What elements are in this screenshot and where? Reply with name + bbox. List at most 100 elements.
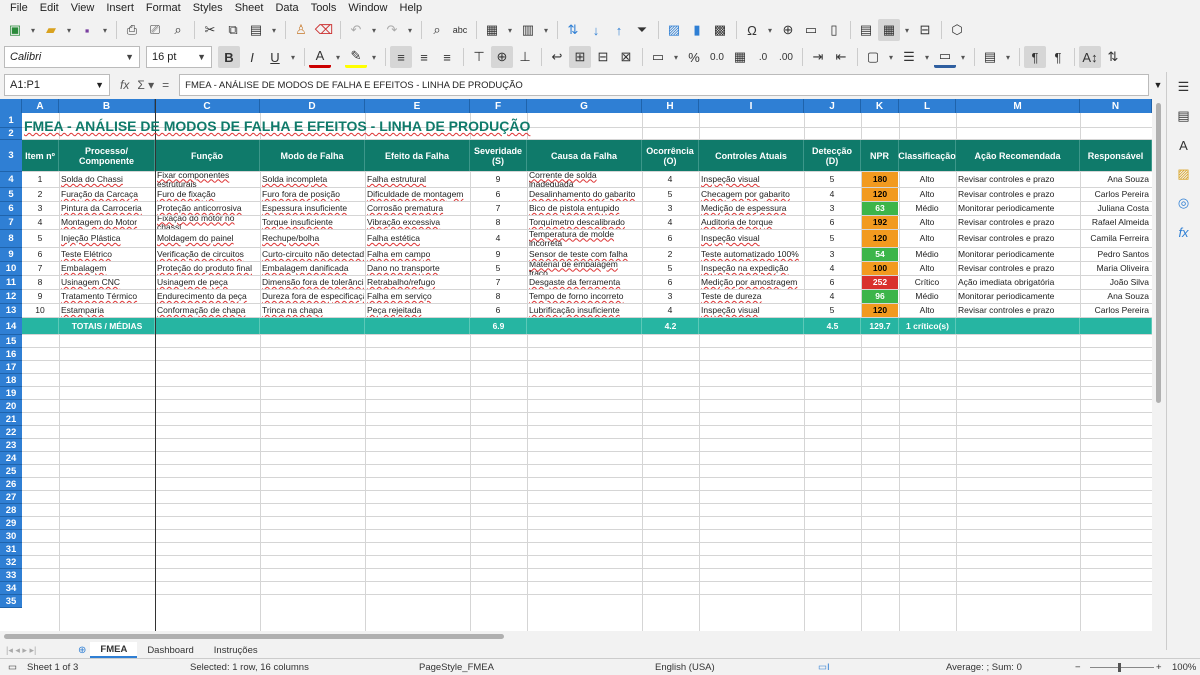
- row-header-27[interactable]: 27: [0, 491, 22, 504]
- underline-dropdown-icon[interactable]: ▾: [287, 46, 299, 68]
- row-header-9[interactable]: 9: [0, 248, 22, 262]
- menu-window[interactable]: Window: [342, 0, 393, 17]
- border-color-dropdown-icon[interactable]: ▾: [957, 46, 969, 68]
- cell-r13-c1[interactable]: 10: [22, 304, 58, 317]
- cell-r9-c1[interactable]: 6: [22, 248, 58, 261]
- cell-r10-c7[interactable]: Material de embalagem fraco: [527, 262, 641, 275]
- row-header-8[interactable]: 8: [0, 230, 22, 248]
- vertical-scroll-thumb[interactable]: [1156, 103, 1161, 403]
- chevron-down-icon[interactable]: ▼: [95, 80, 104, 90]
- column-title-13[interactable]: Ação Recomendada: [956, 140, 1080, 171]
- row-dropdown-icon[interactable]: ▾: [504, 19, 516, 41]
- cell-r8-c4[interactable]: Rechupe/bolha: [260, 230, 364, 247]
- column-title-8[interactable]: Ocorrência (O): [642, 140, 699, 171]
- cell-r4-c5[interactable]: Falha estrutural: [365, 172, 469, 187]
- cell-r6-c2[interactable]: Pintura da Carroceria: [59, 202, 154, 215]
- cell-r9-c7[interactable]: Sensor de teste com falha: [527, 248, 641, 261]
- cell-r8-c11[interactable]: 120: [862, 230, 898, 247]
- row-header-31[interactable]: 31: [0, 543, 22, 556]
- conditional-dropdown-icon[interactable]: ▾: [1002, 46, 1014, 68]
- row-icon[interactable]: ▦: [481, 19, 503, 41]
- currency-dropdown-icon[interactable]: ▾: [670, 46, 682, 68]
- undo-icon[interactable]: ↶: [345, 19, 367, 41]
- freeze-rows-columns-icon[interactable]: ▦: [878, 19, 900, 41]
- cell-r4-c8[interactable]: 4: [642, 172, 698, 187]
- sidebar-menu-icon[interactable]: ☰: [1173, 76, 1195, 98]
- cell-r6-c14[interactable]: Juliana Costa: [1080, 202, 1151, 215]
- open-dropdown-icon[interactable]: ▾: [63, 19, 75, 41]
- row-header-10[interactable]: 10: [0, 262, 22, 276]
- cell-r7-c3[interactable]: Fixação do motor no chassi: [155, 216, 259, 229]
- row-header-18[interactable]: 18: [0, 374, 22, 387]
- left-to-right-icon[interactable]: ¶: [1024, 46, 1046, 68]
- cell-r6-c11[interactable]: 63: [862, 202, 898, 215]
- column-header-k[interactable]: K: [861, 99, 899, 113]
- sort-icon[interactable]: ⇅: [562, 19, 584, 41]
- new-document-icon[interactable]: ▣: [4, 19, 26, 41]
- cell-r7-c14[interactable]: Rafael Almeida: [1080, 216, 1151, 229]
- border-style-dropdown-icon[interactable]: ▾: [921, 46, 933, 68]
- cell-r10-c3[interactable]: Proteção do produto final: [155, 262, 259, 275]
- page-style[interactable]: PageStyle_FMEA: [419, 662, 494, 673]
- tab-fmea[interactable]: FMEA: [90, 642, 138, 658]
- properties-icon[interactable]: ▤: [1173, 105, 1195, 127]
- cell-r8-c3[interactable]: Moldagem do painel: [155, 230, 259, 247]
- cell-r8-c13[interactable]: Revisar controles e prazo: [956, 230, 1079, 247]
- column-title-6[interactable]: Severidade (S): [470, 140, 527, 171]
- totals-occurrence[interactable]: 4.2: [642, 318, 699, 334]
- expand-formula-icon[interactable]: ▼: [1151, 80, 1165, 90]
- border-style-icon[interactable]: ☰: [898, 46, 920, 68]
- select-all-corner[interactable]: [0, 99, 22, 113]
- row-header-24[interactable]: 24: [0, 452, 22, 465]
- menu-view[interactable]: View: [65, 0, 101, 17]
- cell-r9-c10[interactable]: 3: [804, 248, 860, 261]
- row-header-2[interactable]: 2: [0, 128, 22, 140]
- special-character-dropdown-icon[interactable]: ▾: [764, 19, 776, 41]
- align-middle-icon[interactable]: ⊕: [491, 46, 513, 68]
- cell-r12-c13[interactable]: Monitorar periodicamente: [956, 290, 1079, 303]
- cell-r5-c14[interactable]: Carlos Pereira: [1080, 188, 1151, 201]
- cell-r12-c5[interactable]: Falha em serviço: [365, 290, 469, 303]
- zoom-slider[interactable]: [1090, 667, 1154, 668]
- formula-input[interactable]: FMEA - ANÁLISE DE MODOS DE FALHA E EFEIT…: [179, 74, 1149, 96]
- menu-file[interactable]: File: [4, 0, 34, 17]
- cell-r9-c5[interactable]: Falha em campo: [365, 248, 469, 261]
- add-decimal-icon[interactable]: .0: [752, 46, 774, 68]
- sum-icon[interactable]: Σ ▾: [137, 78, 154, 92]
- totals-npr[interactable]: 129.7: [861, 318, 899, 334]
- cell-r12-c3[interactable]: Endurecimento da peça: [155, 290, 259, 303]
- decrease-indent-icon[interactable]: ⇤: [830, 46, 852, 68]
- cell-r6-c9[interactable]: Medição de espessura: [699, 202, 803, 215]
- align-top-icon[interactable]: ⊤: [468, 46, 490, 68]
- cell-r10-c6[interactable]: 5: [470, 262, 526, 275]
- row-header-15[interactable]: 15: [0, 335, 22, 348]
- cell-r11-c2[interactable]: Usinagem CNC: [59, 276, 154, 289]
- cell-r10-c9[interactable]: Inspeção na expedição: [699, 262, 803, 275]
- cell-r4-c3[interactable]: Fixar componentes estruturais: [155, 172, 259, 187]
- cell-r7-c9[interactable]: Auditoria de torque: [699, 216, 803, 229]
- sort-descending-icon[interactable]: ↑: [608, 19, 630, 41]
- function-wizard-icon[interactable]: fx: [120, 78, 129, 92]
- cell-r6-c13[interactable]: Monitorar periodicamente: [956, 202, 1079, 215]
- cell-r9-c3[interactable]: Verificação de circuitos: [155, 248, 259, 261]
- hyperlink-icon[interactable]: ⊕: [777, 19, 799, 41]
- zoom-in-icon[interactable]: +: [1156, 662, 1162, 673]
- cell-r12-c10[interactable]: 4: [804, 290, 860, 303]
- cell-r5-c6[interactable]: 6: [470, 188, 526, 201]
- column-header-b[interactable]: B: [59, 99, 155, 113]
- cell-r13-c3[interactable]: Conformação de chapa: [155, 304, 259, 317]
- cell-r4-c1[interactable]: 1: [22, 172, 58, 187]
- row-header-29[interactable]: 29: [0, 517, 22, 530]
- prev-sheet-icon[interactable]: ◂: [15, 645, 20, 656]
- last-sheet-icon[interactable]: ▸|: [29, 645, 36, 656]
- cell-r5-c8[interactable]: 5: [642, 188, 698, 201]
- percent-format-icon[interactable]: %: [683, 46, 705, 68]
- row-header-35[interactable]: 35: [0, 595, 22, 608]
- align-right-icon[interactable]: ≡: [436, 46, 458, 68]
- cell-r9-c8[interactable]: 2: [642, 248, 698, 261]
- font-name-box[interactable]: Calibri ▼: [4, 46, 140, 68]
- cell-r10-c1[interactable]: 7: [22, 262, 58, 275]
- cell-r9-c4[interactable]: Curto-circuito não detectado: [260, 248, 364, 261]
- cell-r13-c12[interactable]: Alto: [899, 304, 955, 317]
- highlight-color-icon[interactable]: ✎: [345, 46, 367, 68]
